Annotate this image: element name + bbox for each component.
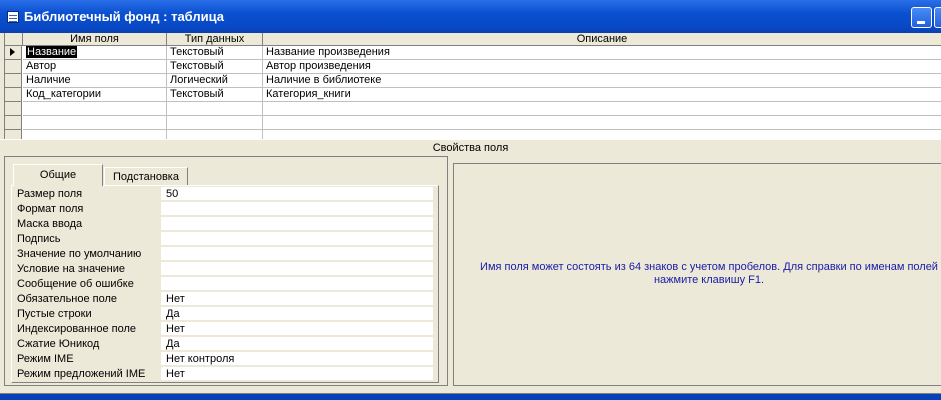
column-header-field-name[interactable]: Имя поля — [23, 33, 167, 46]
property-label: Обязательное поле — [17, 293, 118, 305]
minimize-button[interactable] — [911, 7, 932, 28]
column-header-description[interactable]: Описание — [263, 33, 941, 46]
description-cell-text: Название произведения — [266, 46, 390, 58]
field-name-cell-text: Название — [26, 46, 78, 58]
row-selector[interactable] — [5, 102, 22, 116]
property-label: Маска ввода — [17, 218, 83, 230]
data-type-cell[interactable]: Текстовый — [167, 88, 263, 102]
description-cell[interactable] — [263, 116, 941, 130]
property-row[interactable]: Формат поля — [17, 202, 433, 217]
data-type-cell[interactable]: Текстовый — [167, 46, 263, 60]
data-type-cell-text: Текстовый — [170, 60, 224, 72]
property-value-field[interactable] — [161, 262, 433, 276]
row-selector[interactable] — [5, 116, 22, 130]
row-selector[interactable] — [5, 60, 22, 74]
title-bar[interactable]: Библиотечный фонд : таблица — [0, 0, 941, 33]
data-type-cell[interactable] — [167, 116, 263, 130]
field-name-cell[interactable] — [23, 102, 167, 116]
row-selector[interactable] — [5, 74, 22, 88]
property-value-field[interactable]: Нет контроля — [161, 352, 433, 366]
column-header-data-type[interactable]: Тип данных — [167, 33, 263, 46]
description-cell[interactable]: Наличие в библиотеке — [263, 74, 941, 88]
property-value-field[interactable] — [161, 202, 433, 216]
description-cell[interactable] — [263, 102, 941, 116]
property-row[interactable]: Обязательное поле Нет — [17, 292, 433, 307]
description-cell[interactable]: Название произведения — [263, 46, 941, 60]
maximize-button[interactable] — [934, 7, 941, 28]
corner-cell[interactable] — [5, 33, 23, 46]
property-label: Формат поля — [17, 203, 84, 215]
property-label: Подпись — [17, 233, 61, 245]
help-text: Имя поля может состоять из 64 знаков с у… — [480, 261, 938, 286]
description-cell[interactable]: Категория_книги — [263, 88, 941, 102]
data-type-cell-text: Логический — [170, 74, 228, 86]
property-row[interactable]: Сообщение об ошибке — [17, 277, 433, 292]
table-icon — [7, 11, 19, 23]
data-type-cell-text: Текстовый — [170, 46, 224, 58]
field-name-cell[interactable] — [23, 116, 167, 130]
property-value-field[interactable] — [161, 217, 433, 231]
data-type-cell[interactable]: Текстовый — [167, 60, 263, 74]
tab-lookup[interactable]: Подстановка — [104, 167, 188, 186]
help-pane: Имя поля может состоять из 64 знаков с у… — [453, 163, 941, 386]
property-row[interactable]: Режим предложений IME Нет — [17, 367, 433, 382]
row-selector[interactable] — [5, 46, 22, 60]
property-row[interactable]: Условие на значение — [17, 262, 433, 277]
description-cell-text: Категория_книги — [266, 88, 351, 100]
property-value-field[interactable] — [161, 247, 433, 261]
property-label: Сжатие Юникод — [17, 338, 100, 350]
description-cell-text: Автор произведения — [266, 60, 371, 72]
field-name-cell-text: Наличие — [26, 74, 71, 86]
property-value-field[interactable]: Нет — [161, 367, 433, 381]
tab-general[interactable]: Общие — [13, 164, 103, 186]
property-row[interactable]: Подпись — [17, 232, 433, 247]
field-properties-header: Свойства поля — [0, 139, 941, 156]
property-row[interactable]: Пустые строки Да — [17, 307, 433, 322]
description-cell-text: Наличие в библиотеке — [266, 74, 382, 86]
data-type-cell-text: Текстовый — [170, 88, 224, 100]
property-label: Значение по умолчанию — [17, 248, 142, 260]
property-value-field[interactable]: Нет — [161, 322, 433, 336]
data-type-cell[interactable]: Логический — [167, 74, 263, 88]
window-title: Библиотечный фонд : таблица — [24, 9, 225, 24]
property-value-field[interactable] — [161, 277, 433, 291]
field-name-cell-text: Автор — [26, 60, 57, 72]
properties-pane: Подстановка Общие Размер поля 50 Формат по… — [4, 156, 448, 386]
property-value-field[interactable] — [161, 232, 433, 246]
field-name-cell[interactable]: Код_категории — [23, 88, 167, 102]
property-label: Размер поля — [17, 188, 83, 200]
window-frame-bottom — [0, 394, 941, 400]
data-type-cell[interactable] — [167, 130, 263, 139]
field-name-cell[interactable]: Наличие — [23, 74, 167, 88]
field-name-cell[interactable]: Автор — [23, 60, 167, 74]
field-name-cell[interactable]: Название — [23, 46, 167, 60]
property-row[interactable]: Размер поля 50 — [17, 187, 433, 202]
property-row[interactable]: Маска ввода — [17, 217, 433, 232]
property-row[interactable]: Режим IME Нет контроля — [17, 352, 433, 367]
row-selector[interactable] — [5, 88, 22, 102]
description-cell[interactable]: Автор произведения — [263, 60, 941, 74]
property-value-field[interactable]: Нет — [161, 292, 433, 306]
property-label: Индексированное поле — [17, 323, 136, 335]
field-name-cell-text: Код_категории — [26, 88, 102, 100]
property-row[interactable]: Сжатие Юникод Да — [17, 337, 433, 352]
field-grid: Имя поля Тип данных Описание Название Тек… — [4, 33, 941, 139]
general-tab-panel: Размер поля 50 Формат поля Маска ввода Подпи… — [11, 185, 439, 383]
property-label: Условие на значение — [17, 263, 126, 275]
field-name-cell[interactable] — [23, 130, 167, 139]
row-selector[interactable] — [5, 130, 22, 139]
property-row[interactable]: Индексированное поле Нет — [17, 322, 433, 337]
property-row[interactable]: Значение по умолчанию — [17, 247, 433, 262]
property-label: Режим предложений IME — [17, 368, 146, 380]
property-label: Пустые строки — [17, 308, 92, 320]
grid-header: Имя поля Тип данных Описание — [5, 33, 941, 46]
data-type-cell[interactable] — [167, 102, 263, 116]
property-value-field[interactable]: 50 — [161, 187, 433, 201]
property-value-field[interactable]: Да — [161, 307, 433, 321]
property-value-field[interactable]: Да — [161, 337, 433, 351]
description-cell[interactable] — [263, 130, 941, 139]
property-label: Режим IME — [17, 353, 74, 365]
property-label: Сообщение об ошибке — [17, 278, 134, 290]
arrow-right-icon — [10, 48, 15, 56]
